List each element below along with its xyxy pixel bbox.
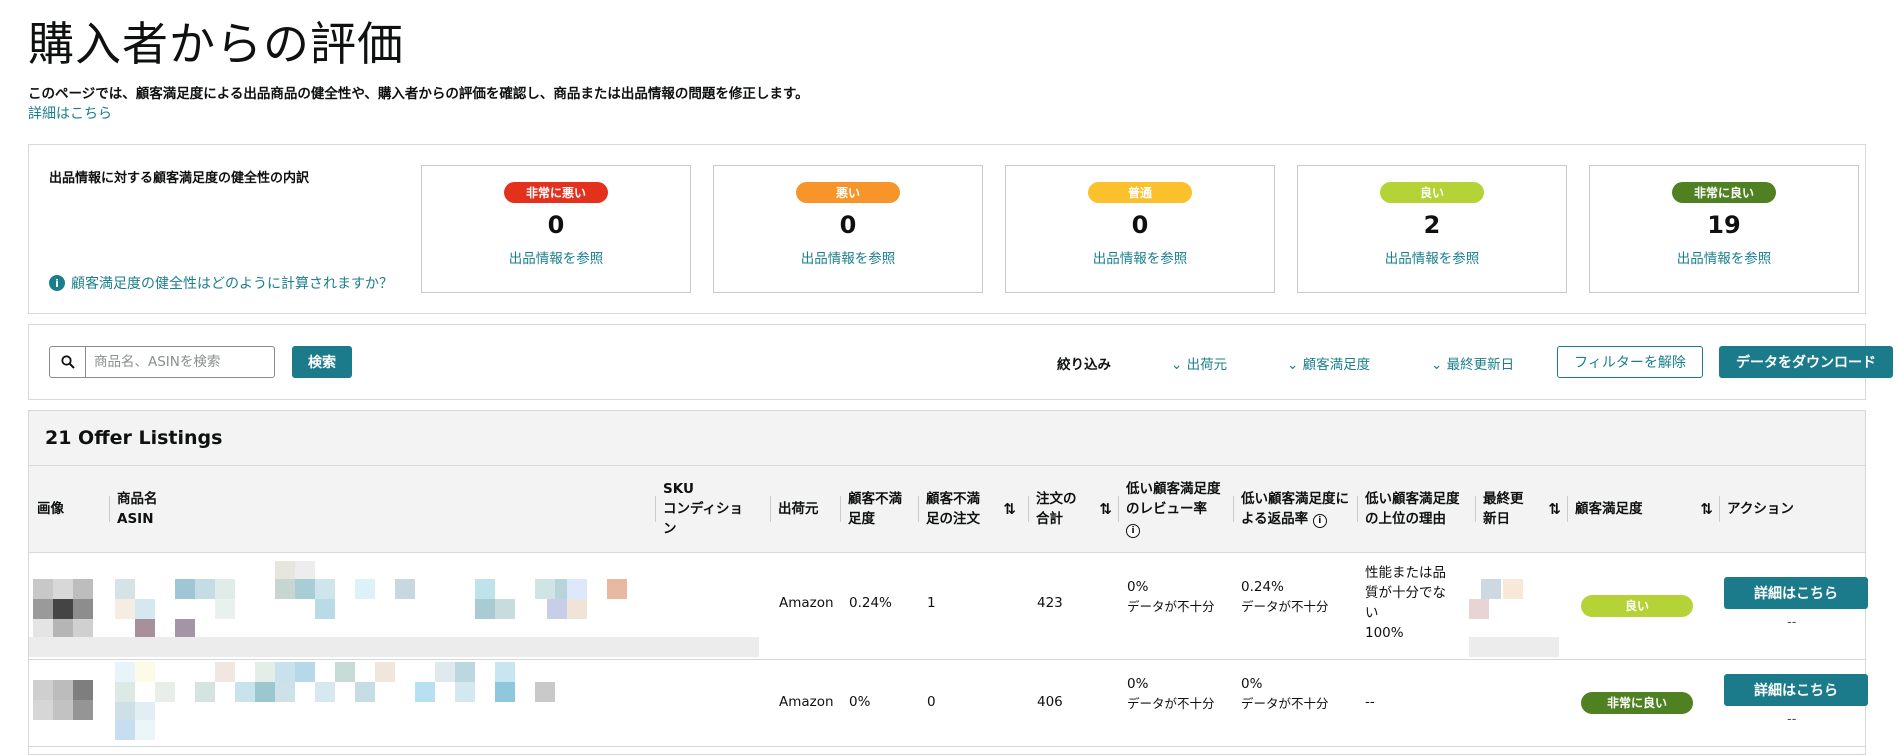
sort-icon[interactable]: ⇅ (1003, 499, 1016, 519)
learn-more-link[interactable]: 詳細はこちら (28, 103, 112, 123)
total-orders: 406 (1037, 694, 1063, 710)
sort-icon[interactable]: ⇅ (1099, 499, 1112, 519)
col-ship-from[interactable]: 出荷元 (770, 466, 840, 552)
filter-last-updated-label: 最終更新日 (1446, 357, 1515, 373)
satisfaction-badge: 良い (1581, 595, 1693, 617)
page-title: 購入者からの評価 (28, 17, 404, 71)
card-count: 0 (547, 211, 565, 239)
top-reason: -- (1365, 694, 1375, 710)
info-icon[interactable]: i (1312, 514, 1327, 528)
sort-icon[interactable]: ⇅ (1548, 499, 1561, 519)
view-listings-link[interactable]: 出品情報を参照 (714, 247, 982, 267)
breakdown-help-link[interactable]: i 顧客満足度の健全性はどのように計算されますか？ (49, 273, 393, 293)
product-image[interactable] (33, 680, 93, 720)
view-listings-link[interactable]: 出品情報を参照 (422, 247, 690, 267)
col-top-reason: 低い顧客満足度 の上位の理由 (1357, 466, 1475, 552)
top-reason: 性能または品 質が十分でない 100% (1365, 565, 1446, 641)
total-orders: 423 (1037, 595, 1063, 611)
card-count: 0 (1131, 211, 1149, 239)
chevron-down-icon: ⌄ (1171, 357, 1187, 373)
breakdown-help-text[interactable]: 顧客満足度の健全性はどのように計算されますか？ (71, 273, 393, 293)
dissat-rate: 0.24% (849, 595, 892, 611)
breakdown-label: 出品情報に対する顧客満足度の健全性の内訳 (49, 171, 310, 186)
status-badge: 非常に悪い (504, 182, 608, 203)
filter-satisfaction[interactable]: ⌄ 顧客満足度 (1287, 353, 1370, 373)
dissat-orders: 0 (927, 694, 936, 710)
product-image[interactable] (33, 579, 93, 639)
download-data-button[interactable]: データをダウンロード (1719, 346, 1893, 378)
ship-from: Amazon (779, 595, 834, 611)
status-badge: 悪い (796, 182, 900, 203)
card-bad: 悪い 0 出品情報を参照 (713, 165, 983, 293)
return-rate: 0% データが不十分 (1241, 676, 1329, 711)
table-row: Amazon 0% 0 406 0% データが不十分 0% データが不十分 -- 非… (29, 660, 1868, 747)
row-details-button[interactable]: 詳細はこちら (1724, 674, 1868, 706)
filter-ship-from[interactable]: ⌄ 出荷元 (1171, 353, 1227, 373)
col-image: 画像 (37, 501, 64, 517)
filter-label: 絞り込み (1057, 357, 1111, 373)
dissat-orders: 1 (927, 595, 936, 611)
redacted-bar (1469, 637, 1559, 657)
low-review-rate: 0% データが不十分 (1127, 579, 1215, 614)
view-listings-link[interactable]: 出品情報を参照 (1590, 247, 1858, 267)
filter-satisfaction-label: 顧客満足度 (1302, 357, 1371, 373)
search-icon (50, 347, 86, 377)
info-icon: i (49, 275, 65, 291)
table-header: 画像 商品名 ASIN SKU コンディション 出荷元 顧客不満 足度 顧客不満 足の注… (29, 466, 1865, 553)
filter-ship-from-label: 出荷元 (1186, 357, 1228, 373)
search-input[interactable] (86, 347, 274, 377)
row-action-sub: -- (1787, 615, 1797, 630)
col-dissat-rate[interactable]: 顧客不満 足度 (840, 466, 918, 552)
col-last-updated[interactable]: 最終更 新日 ⇅ (1475, 466, 1567, 552)
table-title: 21 Offer Listings (29, 411, 1865, 466)
sort-icon[interactable]: ⇅ (1700, 499, 1713, 519)
col-dissat-orders[interactable]: 顧客不満 足の注文 ⇅ (918, 466, 1022, 552)
col-action: アクション (1719, 466, 1867, 552)
table-row: Amazon 0.24% 1 423 0% データが不十分 0.24% データが不十… (29, 553, 1868, 660)
col-sku[interactable]: SKU コンディション (655, 466, 755, 552)
dissat-rate: 0% (849, 694, 871, 710)
card-count: 0 (839, 211, 857, 239)
col-total-orders[interactable]: 注文の 合計 ⇅ (1028, 466, 1118, 552)
status-badge: 普通 (1088, 182, 1192, 203)
sku-condition[interactable] (547, 579, 627, 619)
col-product-name[interactable]: 商品名 ASIN (109, 466, 684, 552)
listings-table: 21 Offer Listings 画像 商品名 ASIN SKU コンディション … (28, 410, 1868, 755)
last-updated-value (1469, 579, 1529, 619)
col-satisfaction[interactable]: 顧客満足度 ⇅ (1567, 466, 1719, 552)
search-box (49, 346, 275, 378)
card-count: 19 (1707, 211, 1741, 239)
col-return-rate[interactable]: 低い顧客満足度に よる返品率 i (1233, 466, 1357, 552)
clear-filters-button[interactable]: フィルターを解除 (1557, 346, 1703, 378)
satisfaction-badge: 非常に良い (1581, 692, 1693, 714)
row-details-button[interactable]: 詳細はこちら (1724, 577, 1868, 609)
redacted-bar (29, 637, 759, 657)
ship-from: Amazon (779, 694, 834, 710)
row-action-sub: -- (1787, 712, 1797, 727)
return-rate: 0.24% データが不十分 (1241, 579, 1329, 614)
card-fair: 普通 0 出品情報を参照 (1005, 165, 1275, 293)
card-good: 良い 2 出品情報を参照 (1297, 165, 1567, 293)
col-low-review-rate[interactable]: 低い顧客満足度 のレビュー率 i (1118, 466, 1233, 552)
filter-bar: 検索 絞り込み ⌄ 出荷元 ⌄ 顧客満足度 ⌄ 最終更新日 フィルターを解除 デ… (28, 324, 1893, 400)
view-listings-link[interactable]: 出品情報を参照 (1298, 247, 1566, 267)
view-listings-link[interactable]: 出品情報を参照 (1006, 247, 1274, 267)
satisfaction-breakdown-panel: 出品情報に対する顧客満足度の健全性の内訳 i 顧客満足度の健全性はどのように計算… (28, 144, 1866, 314)
status-badge: 良い (1380, 182, 1484, 203)
product-name-asin[interactable] (115, 662, 635, 742)
filter-last-updated[interactable]: ⌄ 最終更新日 (1431, 353, 1514, 373)
chevron-down-icon: ⌄ (1431, 357, 1447, 373)
card-count: 2 (1423, 211, 1441, 239)
chevron-down-icon: ⌄ (1287, 357, 1303, 373)
low-review-rate: 0% データが不十分 (1127, 676, 1215, 711)
info-icon[interactable]: i (1126, 524, 1140, 538)
status-badge: 非常に良い (1672, 182, 1776, 203)
card-very-good: 非常に良い 19 出品情報を参照 (1589, 165, 1859, 293)
card-very-bad: 非常に悪い 0 出品情報を参照 (421, 165, 691, 293)
search-button[interactable]: 検索 (292, 346, 352, 378)
page-description: このページでは、顧客満足度による出品商品の健全性や、購入者からの評価を確認し、商… (28, 86, 809, 102)
